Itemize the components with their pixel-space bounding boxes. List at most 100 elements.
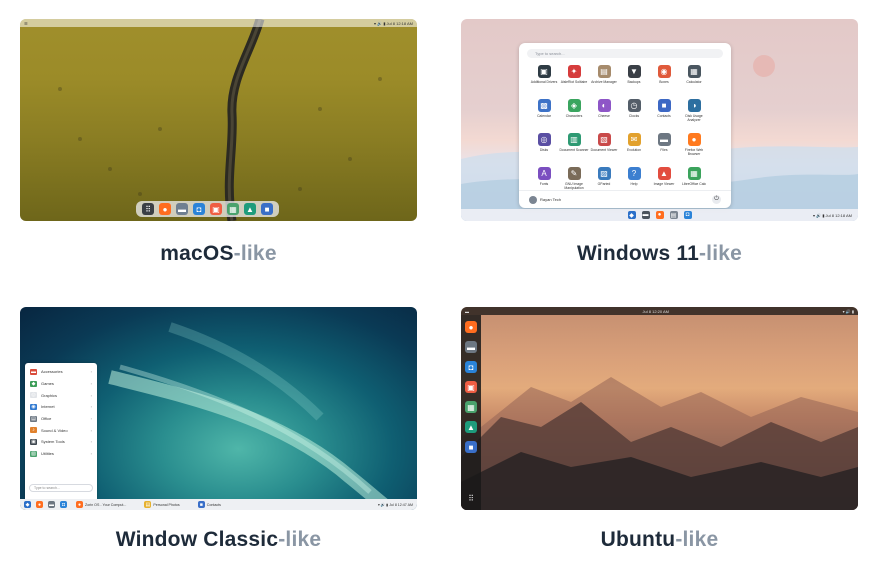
clock[interactable]: Jul 8 12:20 AM — [643, 309, 669, 314]
app-tile[interactable]: ◎ Disks — [529, 133, 559, 163]
window-classic-like-screenshot[interactable]: ▬ Accessories › ◆ Games › ◎ Graphics › ◉ Internet ›… — [20, 307, 417, 510]
app-label: Disk Usage Analyzer — [685, 114, 703, 122]
photos-icon[interactable]: ▲ — [465, 421, 477, 433]
macos-like-screenshot[interactable]: ☰ ▾ 🔊 ▮ Jul 8 12:18 AM ⠿ ● ▬ ◘ ▣ ▦ ▲ ■ — [20, 19, 417, 221]
folder-taskbar-icon[interactable]: ▤ — [669, 211, 678, 219]
contacts-icon[interactable]: ■ — [261, 203, 273, 215]
app-tile[interactable]: ▤ Archive Manager — [589, 65, 619, 95]
app-tile[interactable]: ◷ Clocks — [619, 99, 649, 129]
macos-like-card[interactable]: ☰ ▾ 🔊 ▮ Jul 8 12:18 AM ⠿ ● ▬ ◘ ▣ ▦ ▲ ■ macOS-li… — [20, 19, 417, 269]
files-taskbar-icon[interactable]: ▬ — [641, 211, 650, 219]
taskbar-window-button[interactable]: ● Zorin OS - Your Comput... — [72, 501, 130, 508]
files-taskbar-icon[interactable]: ▬ — [48, 501, 55, 508]
app-tile[interactable]: ◉ Boxes — [649, 65, 679, 95]
firefox-icon[interactable]: ● — [159, 203, 171, 215]
system-tray[interactable]: ▾ 🔊 ▮ Jul 8 12:18 AM — [813, 209, 852, 221]
app-icon: ◐ — [597, 99, 611, 112]
category-icon: ♪ — [30, 427, 37, 434]
system-tray[interactable]: ▾ 🔊 ▮ — [843, 309, 854, 314]
app-tile[interactable]: ▦ Calculator — [679, 65, 709, 95]
menu-item[interactable]: ◉ Internet › — [25, 401, 97, 413]
classic-start-menu: ▬ Accessories › ◆ Games › ◎ Graphics › ◉ Internet ›… — [25, 363, 97, 499]
software-icon[interactable]: ◘ — [193, 203, 205, 215]
menu-item[interactable]: ▤ Office › — [25, 413, 97, 425]
power-icon[interactable]: ⏻ — [712, 195, 721, 204]
app-icon: ▦ — [687, 65, 701, 78]
category-icon: ▤ — [30, 415, 37, 422]
app-tile[interactable]: ▩ Calendar — [529, 99, 559, 129]
app-tile[interactable]: ✉ Evolution — [619, 133, 649, 163]
app-label: Cheese — [598, 114, 610, 118]
menu-item[interactable]: ▧ Utilities › — [25, 448, 97, 460]
activities-icon[interactable]: ☰ — [24, 21, 28, 26]
firefox-icon[interactable]: ● — [465, 321, 477, 333]
photos-icon[interactable]: ▲ — [244, 203, 256, 215]
menu-item-label: Sound & Video — [41, 427, 68, 433]
app-tile[interactable]: ▣ Additional Drivers — [529, 65, 559, 95]
software-icon[interactable]: ◘ — [465, 361, 477, 373]
menu-item[interactable]: ◎ Graphics › — [25, 389, 97, 401]
app-tile[interactable]: ▥ Document Scanner — [559, 133, 589, 163]
caption-suffix: -like — [278, 528, 322, 551]
app-grid-icon[interactable]: ⠿ — [142, 203, 154, 215]
app-tile[interactable]: ▬ Files — [649, 133, 679, 163]
app-tile[interactable]: ✦ AisleRiot Solitaire — [559, 65, 589, 95]
store-taskbar-icon[interactable]: ◘ — [683, 211, 692, 219]
document-icon[interactable]: ▣ — [210, 203, 222, 215]
category-icon: ◉ — [30, 403, 37, 410]
window-classic-like-card[interactable]: ▬ Accessories › ◆ Games › ◎ Graphics › ◉ Internet ›… — [20, 307, 417, 557]
windows-11-like-screenshot[interactable]: Type to search... ▣ Additional Drivers ✦ Ai… — [461, 19, 858, 221]
taskbar-window-button[interactable]: ▤ Personal Photos — [140, 501, 183, 508]
avatar — [529, 195, 537, 204]
start-menu: Type to search... ▣ Additional Drivers ✦ Ai… — [519, 43, 731, 208]
menu-item-label: Internet — [41, 404, 55, 410]
app-tile[interactable]: ● Firefox Web Browser — [679, 133, 709, 163]
app-icon: ▨ — [597, 167, 611, 180]
ubuntu-like-card[interactable]: ▬ Jul 8 12:20 AM ▾ 🔊 ▮ ● ▬ ◘ ▣ ▦ ▲ ■ ⠿ Ubuntu-… — [461, 307, 858, 557]
app-grid-icon[interactable]: ⠿ — [465, 492, 477, 504]
app-icon: ● — [687, 133, 701, 146]
windows-11-like-card[interactable]: Type to search... ▣ Additional Drivers ✦ Ai… — [461, 19, 858, 269]
system-tray[interactable]: ▾ 🔊 ▮ Jul 8 12:18 AM — [374, 21, 413, 26]
app-tile[interactable]: ◐ Cheese — [589, 99, 619, 129]
taskbar-window-button[interactable]: ■ Contacts — [194, 501, 225, 508]
extensions-icon[interactable]: ▦ — [465, 401, 477, 413]
store-taskbar-icon[interactable]: ◘ — [60, 501, 67, 508]
start-search-input[interactable]: Type to search... — [527, 49, 723, 58]
files-icon[interactable]: ▬ — [465, 341, 477, 353]
firefox-taskbar-icon[interactable]: ● — [36, 501, 43, 508]
app-icon: ◎ — [537, 133, 551, 146]
dock: ⠿ ● ▬ ◘ ▣ ▦ ▲ ■ — [136, 201, 279, 217]
window-icon: ■ — [197, 501, 205, 508]
contacts-icon[interactable]: ■ — [465, 441, 477, 453]
extensions-icon[interactable]: ▦ — [227, 203, 239, 215]
document-icon[interactable]: ▣ — [465, 381, 477, 393]
zorin-menu-icon[interactable]: ◆ — [627, 211, 636, 219]
user-account[interactable]: Rayan Tech — [529, 195, 561, 204]
menu-item[interactable]: ♪ Sound & Video › — [25, 424, 97, 436]
caption-main: Windows 11 — [576, 242, 699, 265]
app-tile[interactable]: ▼ Backups — [619, 65, 649, 95]
app-tile[interactable]: ◑ Disk Usage Analyzer — [679, 99, 709, 129]
menu-search-input[interactable]: Type to search... — [29, 484, 93, 492]
menu-item[interactable]: ◆ Games › — [25, 378, 97, 390]
app-icon: ▬ — [657, 133, 671, 146]
files-icon[interactable]: ▬ — [176, 203, 188, 215]
app-label: Backups — [627, 80, 641, 84]
system-tray[interactable]: ▾ 🔊 ▮ Jul 8 12:47 AM — [378, 503, 413, 507]
app-label: Contacts — [657, 114, 671, 118]
caption-main: macOS — [160, 242, 234, 265]
card-caption: Ubuntu-like — [461, 528, 858, 552]
app-label: LibreOffice Calc — [681, 182, 707, 186]
app-tile[interactable]: ▧ Document Viewer — [589, 133, 619, 163]
zorin-menu-icon[interactable]: ◆ — [24, 501, 31, 508]
firefox-taskbar-icon[interactable]: ● — [655, 211, 664, 219]
ubuntu-like-screenshot[interactable]: ▬ Jul 8 12:20 AM ▾ 🔊 ▮ ● ▬ ◘ ▣ ▦ ▲ ■ ⠿ — [461, 307, 858, 510]
app-tile[interactable]: ■ Contacts — [649, 99, 679, 129]
app-tile[interactable]: ◈ Characters — [559, 99, 589, 129]
activities-icon[interactable]: ▬ — [465, 309, 469, 314]
menu-item-label: System Tools — [41, 439, 65, 445]
category-icon: ▬ — [30, 368, 37, 375]
menu-item[interactable]: ▬ Accessories › — [25, 366, 97, 378]
menu-item[interactable]: ▣ System Tools › — [25, 436, 97, 448]
